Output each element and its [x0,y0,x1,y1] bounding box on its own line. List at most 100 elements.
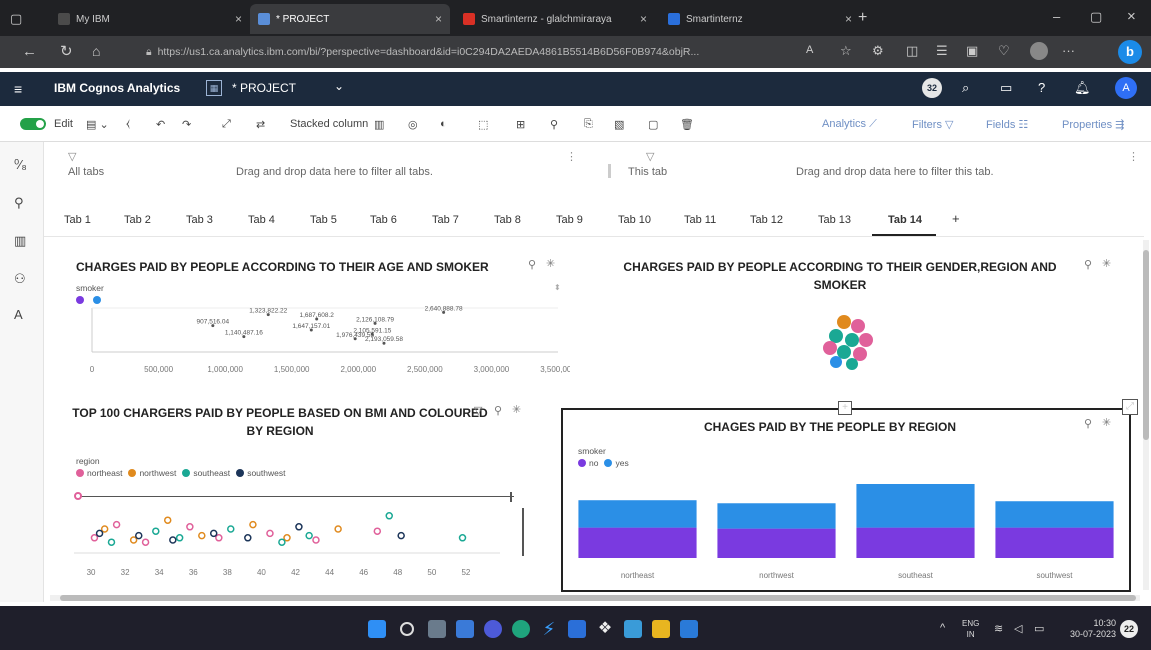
insight-icon[interactable]: ⚲ [1084,419,1092,430]
comment-icon[interactable]: ▢ [648,118,658,131]
dashboard-tab-8[interactable]: Tab 8 [494,214,521,226]
dashboard-tab-9[interactable]: Tab 9 [556,214,583,226]
pin-icon[interactable]: ⚲ [550,118,558,131]
share-icon[interactable]: ⧼ [126,118,130,131]
dashboard-tab-5[interactable]: Tab 5 [310,214,337,226]
this-tab-filter-area[interactable]: ▽ This tab Drag and drop data here to fi… [600,150,1140,198]
filter-icon[interactable]: ▽ [474,406,482,417]
close-window-icon[interactable]: × [1127,9,1136,24]
dashboard-tab-2[interactable]: Tab 2 [124,214,151,226]
store-icon[interactable] [568,620,586,638]
more-menu-icon[interactable]: ··· [1062,44,1075,57]
viz-type-label[interactable]: Stacked column [290,118,368,130]
horizontal-scrollbar[interactable] [50,595,1140,601]
scroll-arrows-icon[interactable]: ⬍ [554,284,561,292]
y-range-slider[interactable] [522,508,524,556]
browser-tab-smartinternz[interactable]: Smartinternz × [660,4,860,34]
settings-icon[interactable]: ✳ [1102,259,1111,270]
minimize-icon[interactable]: – [1053,10,1060,23]
add-tab-button[interactable]: + [952,211,960,226]
favorite-star-icon[interactable]: ☆ [840,44,852,57]
new-tab-icon[interactable]: + [858,10,867,26]
count-badge[interactable]: 32 [922,78,942,98]
insight-icon[interactable]: ⚲ [494,406,502,417]
chat-icon[interactable]: ▭ [1000,81,1012,94]
expand-icon[interactable]: ⤢ [222,118,231,131]
range-handle-left[interactable] [74,492,82,500]
edit-toggle[interactable] [20,118,46,130]
battery-icon[interactable]: ▭ [1034,622,1044,635]
heart-icon[interactable]: ♡ [998,44,1010,57]
photos-icon[interactable] [624,620,642,638]
close-tab-icon[interactable]: × [640,12,647,26]
vertical-scrollbar[interactable] [1143,240,1149,590]
insight-icon[interactable]: ◐ [440,118,447,130]
bing-icon[interactable]: b [1118,40,1142,64]
user-avatar-icon[interactable]: A [1115,77,1137,99]
copy-icon[interactable]: ⎘ [584,118,593,131]
undo-icon[interactable]: ↶ [156,118,165,131]
start-icon[interactable] [368,620,386,638]
bar-chart-icon[interactable]: ▥ [374,118,384,131]
pin-icon[interactable]: ⚲ [14,196,24,209]
extensions-icon[interactable]: ⚙ [872,44,884,57]
more-options-icon[interactable]: ⋮ [1128,150,1139,163]
range-handle-right[interactable] [510,492,512,502]
read-aloud-icon[interactable]: A [806,45,813,56]
close-tab-icon[interactable]: × [235,12,242,26]
back-icon[interactable]: ← [22,44,37,59]
fields-button[interactable]: Fields ☷ [986,118,1028,131]
language-indicator[interactable]: ENG IN [962,618,979,640]
file-explorer-icon[interactable] [652,620,670,638]
notifications-icon[interactable]: 🔔︎ [1074,81,1091,94]
dashboard-tab-6[interactable]: Tab 6 [370,214,397,226]
refresh-icon[interactable]: ↻ [60,44,73,59]
move-handle-icon[interactable]: + [838,401,852,415]
tray-chevron-icon[interactable]: ^ [940,622,945,634]
more-options-icon[interactable]: ⋮ [566,150,577,163]
chevron-down-icon[interactable]: ⌄ [334,80,344,92]
dashboard-tab-3[interactable]: Tab 3 [186,214,213,226]
visualizations-icon[interactable]: ▥ [14,234,26,247]
search-icon[interactable]: ⌕ [962,81,969,94]
redo-icon[interactable]: ↷ [182,118,191,131]
insight-icon[interactable]: ⚲ [528,260,536,271]
table-icon[interactable]: ⊞ [516,118,525,131]
hamburger-menu-icon[interactable]: ≡ [14,82,22,96]
swap-icon[interactable]: ⇄ [256,118,265,131]
maximize-icon[interactable]: ⤢ [1122,399,1138,415]
favorites-icon[interactable]: ☰ [936,44,948,57]
mail-icon[interactable] [680,620,698,638]
color-icon[interactable]: ◎ [408,118,418,131]
dashboard-tab-11[interactable]: Tab 11 [684,214,716,226]
widgets-icon[interactable]: ⚇ [14,272,26,285]
browser-tab-myibm[interactable]: My IBM × [50,4,250,34]
dashboard-tab-7[interactable]: Tab 7 [432,214,459,226]
wifi-icon[interactable]: ≋ [994,622,1003,635]
dashboard-tab-10[interactable]: Tab 10 [618,214,651,226]
dashboard-tab-13[interactable]: Tab 13 [818,214,851,226]
task-view-icon[interactable] [428,620,446,638]
dashboard-tab-4[interactable]: Tab 4 [248,214,275,226]
vscode-icon[interactable]: ⚡︎ [540,620,558,638]
panel3-legend[interactable]: northeast northwest southeast southwest [70,468,285,478]
dashboard-tab-14[interactable]: Tab 14 [888,214,922,226]
close-tab-icon[interactable]: × [435,12,442,26]
x-range-slider[interactable] [78,496,514,497]
url-field[interactable]: 🔒︎ https://us1.ca.analytics.ibm.com/bi/?… [136,40,791,64]
clock[interactable]: 10:30 30-07-2023 [1062,618,1116,640]
all-tabs-filter-area[interactable]: ▽ All tabs Drag and drop data here to fi… [58,150,578,198]
paste-icon[interactable]: ▧ [614,118,624,131]
settings-icon[interactable]: ✳ [512,405,521,416]
edge-icon[interactable] [512,620,530,638]
settings-icon[interactable]: ✳ [1102,418,1111,429]
properties-button[interactable]: Properties ⇶ [1062,118,1124,131]
search-icon[interactable] [400,622,414,636]
dropbox-icon[interactable]: ❖ [596,620,614,638]
text-icon[interactable]: A [14,308,23,321]
volume-icon[interactable]: ◁ [1014,622,1022,635]
browser-tab-smartinternz-mail[interactable]: Smartinternz - glalchmiraraya × [455,4,655,34]
filters-button[interactable]: Filters ▽ [912,118,953,131]
delete-icon[interactable]: 🗑︎ [680,118,694,131]
dashboard-tab-12[interactable]: Tab 12 [750,214,783,226]
